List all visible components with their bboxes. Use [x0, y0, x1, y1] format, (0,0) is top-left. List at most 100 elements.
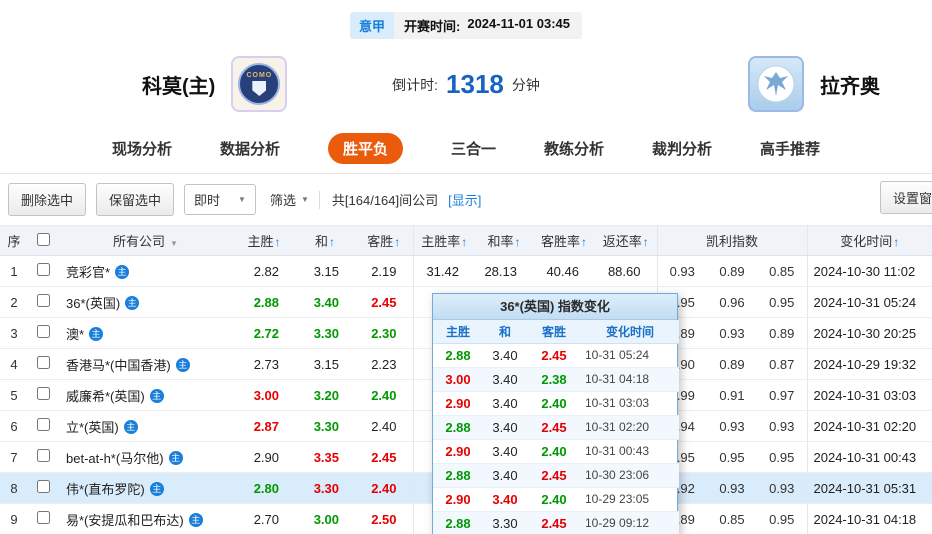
popup-row: 2.90 3.40 2.40 10-31 00:43 — [433, 439, 679, 464]
company-name[interactable]: 威廉希*(英国) 主 — [58, 379, 233, 411]
company-name[interactable]: bet-at-h*(马尔他) 主 — [58, 441, 233, 473]
start-time-value: 2024-11-01 03:45 — [467, 16, 570, 31]
tab-现场分析[interactable]: 现场分析 — [112, 133, 172, 164]
odds-value: 3.15 — [295, 255, 355, 287]
rate-value: 88.60 — [595, 255, 658, 287]
company-name[interactable]: 36*(英国) 主 — [58, 286, 233, 318]
away-team-logo — [748, 56, 804, 112]
nav-tabs: 现场分析 数据分析 胜平负 三合一 教练分析 裁判分析 高手推荐 — [0, 133, 932, 174]
odds-value: 3.40 — [295, 286, 355, 318]
col-return-rate[interactable]: 返还率↑ — [595, 225, 658, 256]
kelly-value: 0.87 — [757, 348, 808, 380]
row-select-cell — [28, 317, 58, 349]
popup-odds-value: 2.45 — [527, 343, 581, 368]
row-select-cell — [28, 348, 58, 380]
col-change-time[interactable]: 变化时间↑ — [807, 225, 932, 256]
tab-教练分析[interactable]: 教练分析 — [544, 133, 604, 164]
countdown-minutes: 1318 — [446, 69, 504, 99]
keep-selected-button[interactable]: 保留选中 — [96, 183, 175, 216]
row-checkbox[interactable] — [36, 263, 50, 276]
col-company[interactable]: 所有公司 ▼ — [58, 225, 233, 256]
tab-胜平负[interactable]: 胜平负 — [327, 133, 403, 164]
select-all-checkbox[interactable] — [36, 232, 50, 246]
popup-odds-value: 2.88 — [433, 343, 483, 368]
kelly-value: 0.89 — [707, 348, 757, 380]
popup-change-time: 10-30 23:06 — [581, 463, 679, 488]
tab-高手推荐[interactable]: 高手推荐 — [760, 133, 820, 164]
kelly-value: 0.89 — [757, 317, 808, 349]
change-time: 2024-10-31 04:18 — [807, 503, 932, 534]
tab-裁判分析[interactable]: 裁判分析 — [652, 133, 712, 164]
row-checkbox[interactable] — [36, 325, 50, 338]
col-select — [28, 225, 58, 256]
row-checkbox[interactable] — [36, 449, 50, 462]
company-name[interactable]: 立*(英国) 主 — [58, 410, 233, 442]
row-index: 2 — [0, 286, 28, 318]
show-link[interactable]: [显示] — [448, 190, 481, 209]
row-checkbox[interactable] — [36, 387, 50, 400]
row-checkbox[interactable] — [36, 511, 50, 524]
odds-value: 3.30 — [295, 472, 355, 504]
popup-odds-value: 3.40 — [483, 487, 527, 512]
company-name[interactable]: 香港马*(中国香港) 主 — [58, 348, 233, 380]
popup-odds-value: 3.00 — [433, 367, 483, 392]
odds-value: 2.40 — [355, 379, 414, 411]
countdown: 倒计时: 1318 分钟 — [392, 69, 540, 100]
instant-dropdown[interactable]: 即时 ▼ — [184, 184, 256, 215]
row-index: 9 — [0, 503, 28, 534]
col-home-rate[interactable]: 主胜率↑ — [413, 225, 475, 256]
col-away-win[interactable]: 客胜↑ — [355, 225, 414, 256]
popup-odds-value: 2.38 — [527, 367, 581, 392]
row-select-cell — [28, 472, 58, 504]
settings-button[interactable]: 设置窗口 — [879, 181, 932, 214]
tab-三合一[interactable]: 三合一 — [451, 133, 496, 164]
sort-asc-icon: ↑ — [394, 235, 401, 249]
row-checkbox[interactable] — [36, 356, 50, 369]
delete-selected-button[interactable]: 删除选中 — [8, 183, 87, 216]
change-time: 2024-10-30 11:02 — [807, 255, 932, 287]
company-badge-icon: 主 — [168, 450, 183, 465]
kelly-value: 0.91 — [707, 379, 757, 411]
popup-col-draw: 和 — [483, 320, 527, 344]
row-select-cell — [28, 441, 58, 473]
sort-asc-icon: ↑ — [642, 235, 649, 249]
kelly-value: 0.97 — [757, 379, 808, 411]
row-index: 6 — [0, 410, 28, 442]
row-checkbox[interactable] — [36, 418, 50, 431]
table-row[interactable]: 1 竞彩官* 主 2.82 3.15 2.19 31.42 28.13 40.46 88.60 0.… — [0, 255, 932, 287]
popup-odds-value: 3.40 — [483, 439, 527, 464]
col-draw[interactable]: 和↑ — [295, 225, 355, 256]
company-badge-icon: 主 — [149, 481, 164, 496]
home-team-logo: COMO — [231, 56, 288, 112]
kelly-value: 0.95 — [757, 503, 808, 534]
col-away-rate[interactable]: 客胜率↑ — [533, 225, 595, 256]
row-select-cell — [28, 410, 58, 442]
popup-row: 2.88 3.40 2.45 10-30 23:06 — [433, 463, 679, 488]
change-time: 2024-10-30 20:25 — [807, 317, 932, 349]
row-checkbox[interactable] — [36, 480, 50, 493]
col-home-win[interactable]: 主胜↑ — [233, 225, 295, 256]
odds-value: 2.72 — [233, 317, 295, 349]
company-name[interactable]: 易*(安提瓜和巴布达) 主 — [58, 503, 233, 534]
popup-odds-value: 3.40 — [483, 367, 527, 392]
filter-dropdown[interactable]: 筛选 ▼ — [270, 190, 309, 209]
odds-value: 2.87 — [233, 410, 295, 442]
company-name[interactable]: 伟*(直布罗陀) 主 — [58, 472, 233, 504]
company-name[interactable]: 竞彩官* 主 — [58, 255, 233, 287]
kelly-value: 0.95 — [757, 441, 808, 473]
company-badge-icon: 主 — [123, 419, 138, 434]
popup-odds-value: 3.40 — [483, 463, 527, 488]
popup-odds-value: 3.40 — [483, 415, 527, 440]
odds-value: 2.30 — [355, 317, 414, 349]
popup-odds-value: 2.45 — [527, 415, 581, 440]
col-draw-rate[interactable]: 和率↑ — [475, 225, 533, 256]
row-checkbox[interactable] — [36, 294, 50, 307]
change-time: 2024-10-31 05:31 — [807, 472, 932, 504]
home-team: 科莫(主) COMO — [142, 55, 288, 113]
row-select-cell — [28, 503, 58, 534]
change-time: 2024-10-31 02:20 — [807, 410, 932, 442]
tab-数据分析[interactable]: 数据分析 — [220, 133, 280, 164]
rate-value: 28.13 — [475, 255, 533, 287]
company-name[interactable]: 澳* 主 — [58, 317, 233, 349]
popup-header-row: 主胜 和 客胜 变化时间 — [433, 320, 679, 344]
